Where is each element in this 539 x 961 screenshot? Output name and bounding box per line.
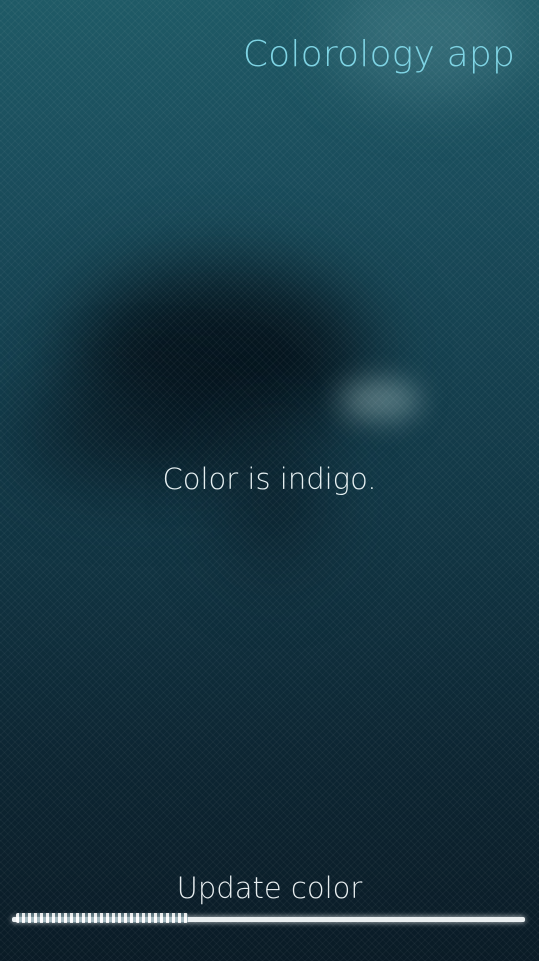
app-screen: Colorology app Color is indigo. Update c… (0, 0, 539, 961)
page-title: Colorology app (242, 34, 515, 75)
menu-indicator-dots (16, 913, 188, 923)
update-color-menu-item[interactable]: Update color (0, 871, 539, 905)
color-status-text: Color is indigo. (162, 462, 377, 496)
background-highlight (340, 380, 420, 420)
background-shape (230, 430, 320, 570)
pull-down-menu[interactable]: Update color (0, 871, 539, 961)
